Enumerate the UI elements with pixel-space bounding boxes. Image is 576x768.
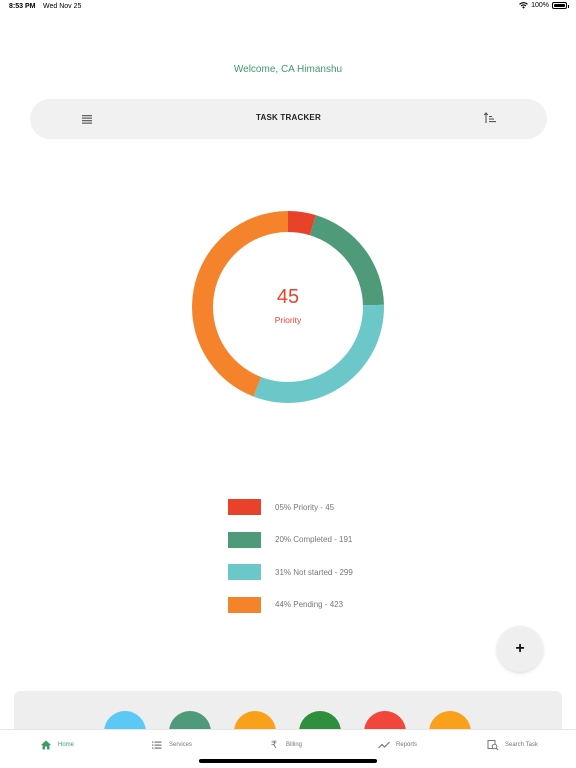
screen: 8:53 PM Wed Nov 25 100% Welcome, CA Hima… [0,0,576,768]
tab-services[interactable]: Services [151,738,192,752]
status-date: Wed Nov 25 [43,3,82,10]
legend-item-not-started: 31% Not started - 299 [228,564,353,580]
header-bar: TASK TRACKER [30,99,547,139]
legend-label: 31% Not started - 299 [275,567,353,577]
welcome-text: Welcome, CA Himanshu [233,64,343,75]
page-title: TASK TRACKER [256,113,321,122]
tab-reports[interactable]: Reports [378,738,417,752]
status-bar: 8:53 PM Wed Nov 25 100% [0,0,576,14]
legend-swatch [228,499,261,515]
chart-legend: 05% Priority - 45 20% Completed - 191 31… [228,499,353,629]
list-icon [151,739,163,751]
tab-home[interactable]: Home [40,738,74,752]
legend-swatch [228,596,261,613]
tab-label: Services [169,742,193,748]
home-indicator [199,759,377,763]
home-icon [40,739,52,751]
add-task-button[interactable]: + [497,626,543,672]
legend-label: 20% Completed - 191 [275,535,353,544]
legend-label: 44% Pending - 423 [275,600,344,609]
tab-billing[interactable]: ₹ Billing [268,738,302,752]
donut-center: 45 Priority [191,210,385,404]
legend-item-pending: 44% Pending - 423 [228,596,353,613]
tab-label: Home [58,742,75,748]
sort-icon [483,112,496,123]
donut-chart: 45 Priority [191,210,385,404]
legend-item-priority: 05% Priority - 45 [228,499,353,515]
tab-label: Billing [286,742,303,748]
tab-label: Reports [396,742,418,748]
legend-swatch [228,564,261,580]
battery-icon [552,2,569,9]
status-right: 100% [519,2,569,9]
sort-button[interactable] [483,111,497,125]
legend-label: 05% Priority - 45 [275,502,335,512]
center-value: 45 [276,286,300,308]
rupee-icon: ₹ [270,739,278,751]
tab-search-task[interactable]: Search Task [487,738,538,752]
battery-fill [554,4,565,7]
battery-percent: 100% [531,2,549,9]
center-label: Priority [274,315,302,325]
legend-item-completed: 20% Completed - 191 [228,531,353,548]
status-time: 8:53 PM [9,3,36,10]
legend-swatch [228,531,261,548]
tab-label: Search Task [505,742,538,748]
wifi-icon [519,2,528,9]
trend-icon [378,739,390,751]
search-task-icon [487,739,499,751]
